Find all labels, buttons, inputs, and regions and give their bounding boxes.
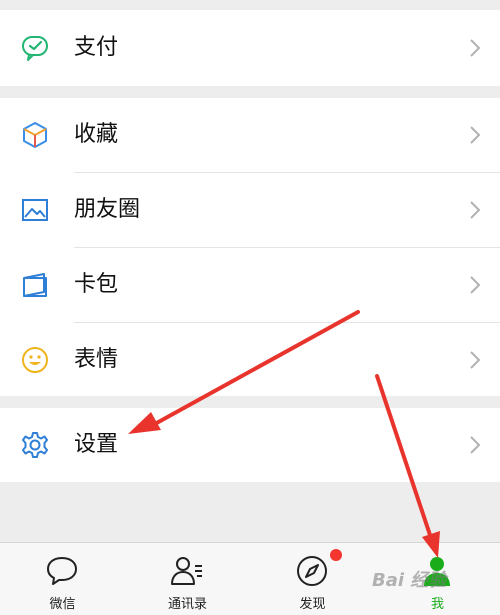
settings-group: 设置 xyxy=(0,408,500,482)
tab-chats[interactable]: 微信 xyxy=(0,543,125,615)
chevron-right-icon xyxy=(470,39,481,57)
chevron-right-icon xyxy=(470,276,481,294)
menu-item-cards[interactable]: 卡包 xyxy=(0,248,500,322)
menu-item-label: 支付 xyxy=(74,35,119,60)
pay-group: 支付 xyxy=(0,10,500,86)
chevron-right-icon xyxy=(470,436,481,454)
menu-item-label: 设置 xyxy=(74,432,119,457)
smiley-icon xyxy=(22,347,48,373)
notification-badge xyxy=(330,549,342,561)
tab-label: 发现 xyxy=(299,597,326,612)
tab-discover[interactable]: 发现 xyxy=(250,543,375,615)
tab-label: 通讯录 xyxy=(167,597,207,612)
menu-item-label: 收藏 xyxy=(74,122,119,147)
menu-item-favorites[interactable]: 收藏 xyxy=(0,98,500,172)
menu-item-settings[interactable]: 设置 xyxy=(0,408,500,482)
tab-contacts[interactable]: 通讯录 xyxy=(125,543,250,615)
chevron-right-icon xyxy=(470,351,481,369)
menu-item-pay[interactable]: 支付 xyxy=(0,11,500,85)
pay-icon xyxy=(22,36,48,61)
card-wallet-icon xyxy=(23,273,47,297)
chevron-right-icon xyxy=(470,201,481,219)
chat-bubble-icon xyxy=(47,557,77,585)
menu-item-moments[interactable]: 朋友圈 xyxy=(0,173,500,247)
menu-item-label: 表情 xyxy=(74,347,119,372)
menu-item-label: 卡包 xyxy=(74,272,119,297)
tab-label: 我 xyxy=(430,597,444,612)
menu-item-label: 朋友圈 xyxy=(74,197,141,222)
contacts-icon xyxy=(171,557,202,585)
favorites-cube-icon xyxy=(23,122,47,148)
tab-label: 微信 xyxy=(49,597,76,612)
gear-icon xyxy=(22,432,48,458)
menu-item-stickers[interactable]: 表情 xyxy=(0,323,500,397)
chevron-right-icon xyxy=(470,126,481,144)
watermark: Bai 经验 xyxy=(372,570,447,591)
compass-icon xyxy=(297,556,327,586)
moments-photo-icon xyxy=(22,199,48,221)
services-group: 收藏 朋友圈 卡包 表情 xyxy=(0,98,500,396)
